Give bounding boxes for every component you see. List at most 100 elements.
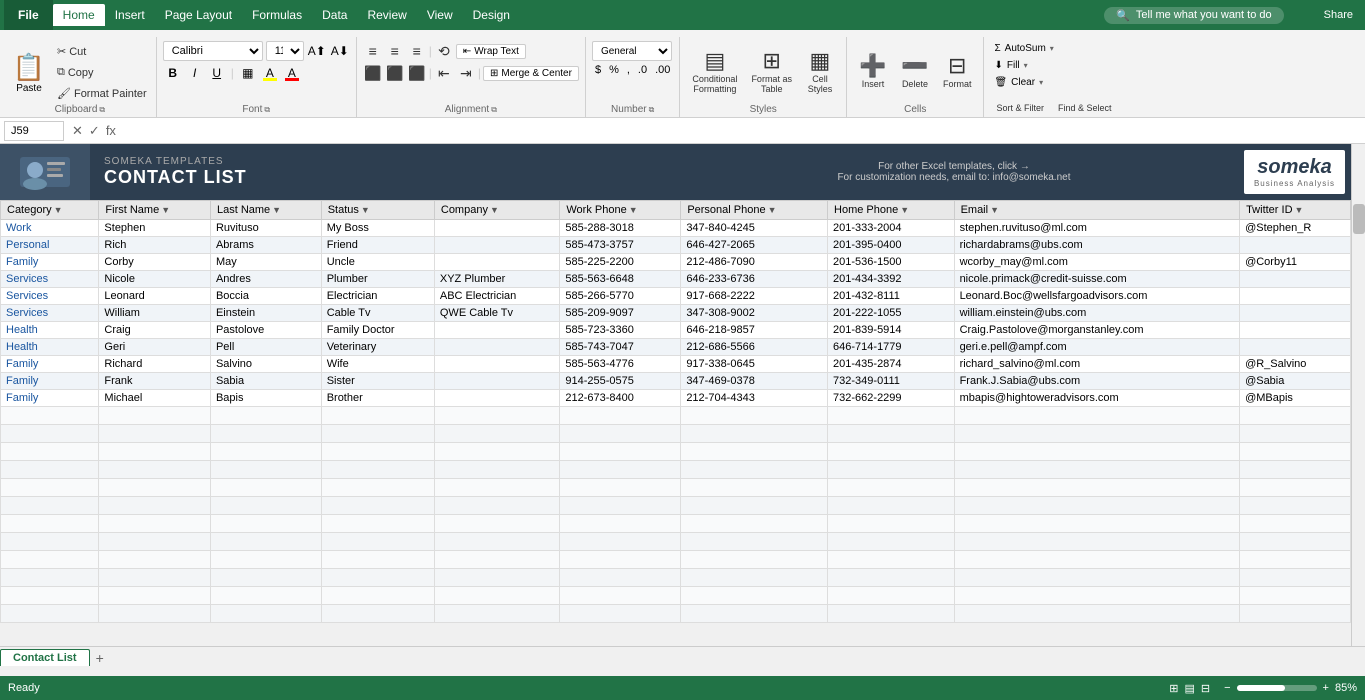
increase-indent[interactable]: ⇥ — [456, 63, 476, 83]
table-row[interactable]: Personal Rich Abrams Friend 585-473-3757… — [1, 237, 1351, 254]
align-top-left[interactable]: ≡ — [363, 41, 383, 61]
table-row-empty[interactable] — [1, 533, 1351, 551]
zoom-slider[interactable] — [1237, 685, 1317, 691]
menu-page-layout[interactable]: Page Layout — [155, 4, 242, 26]
filter-email[interactable]: ▼ — [990, 205, 999, 215]
currency-btn[interactable]: $ — [592, 63, 604, 77]
menu-data[interactable]: Data — [312, 4, 357, 26]
view-layout-btn[interactable]: ▤ — [1184, 682, 1194, 695]
table-row-empty[interactable] — [1, 587, 1351, 605]
filter-company[interactable]: ▼ — [490, 205, 499, 215]
alignment-expand[interactable]: ⧉ — [491, 105, 497, 115]
delete-btn[interactable]: ➖ Delete — [895, 45, 935, 97]
table-row-empty[interactable] — [1, 515, 1351, 533]
font-family-select[interactable]: Calibri — [163, 41, 263, 61]
filter-twitter[interactable]: ▼ — [1295, 205, 1304, 215]
align-top-center[interactable]: ≡ — [385, 41, 405, 61]
table-row-empty[interactable] — [1, 425, 1351, 443]
format-as-table-btn[interactable]: ⊞ Format asTable — [745, 45, 798, 97]
wrap-text-button[interactable]: ⇤ Wrap Text — [456, 44, 526, 59]
search-bar[interactable]: 🔍 Tell me what you want to do — [1104, 7, 1283, 24]
decrease-decimal[interactable]: .0 — [635, 63, 650, 77]
fill-color-button[interactable]: A — [260, 63, 280, 83]
fill-button[interactable]: ⬇ Fill ▾ — [990, 58, 1057, 73]
clear-button[interactable]: 🗑 Clear ▾ — [990, 75, 1057, 90]
table-row-empty[interactable] — [1, 551, 1351, 569]
function-btn[interactable]: fx — [106, 123, 116, 138]
autosum-button[interactable]: Σ AutoSum ▾ — [990, 41, 1057, 56]
conditional-formatting-btn[interactable]: ▤ ConditionalFormatting — [686, 45, 743, 97]
merge-center-button[interactable]: ⊞ Merge & Center — [483, 66, 579, 81]
number-format-select[interactable]: General — [592, 41, 672, 61]
table-row-empty[interactable] — [1, 479, 1351, 497]
table-row-empty[interactable] — [1, 461, 1351, 479]
font-size-select[interactable]: 11 — [266, 41, 304, 61]
percent-btn[interactable]: % — [606, 63, 622, 77]
table-row[interactable]: Services Leonard Boccia Electrician ABC … — [1, 288, 1351, 305]
table-row-empty[interactable] — [1, 569, 1351, 587]
formula-input[interactable] — [124, 124, 1361, 138]
sheet-content[interactable]: SOMEKA TEMPLATES CONTACT LIST For other … — [0, 144, 1351, 646]
align-left[interactable]: ⬛ — [363, 63, 383, 83]
menu-file[interactable]: File — [4, 0, 53, 30]
table-row-empty[interactable] — [1, 443, 1351, 461]
table-row-empty[interactable] — [1, 605, 1351, 623]
filter-status[interactable]: ▼ — [361, 205, 370, 215]
align-right[interactable]: ⬛ — [407, 63, 427, 83]
table-row[interactable]: Family Frank Sabia Sister 914-255-0575 3… — [1, 373, 1351, 390]
cancel-formula-btn[interactable]: ✕ — [72, 123, 83, 139]
filter-personalphone[interactable]: ▼ — [768, 205, 777, 215]
paste-button[interactable]: 📋 Paste — [8, 43, 50, 103]
align-center[interactable]: ⬛ — [385, 63, 405, 83]
menu-review[interactable]: Review — [357, 4, 416, 26]
decrease-indent[interactable]: ⇤ — [434, 63, 454, 83]
font-expand[interactable]: ⧉ — [264, 105, 270, 115]
share-button[interactable]: Share — [1324, 9, 1353, 21]
table-row[interactable]: Services Nicole Andres Plumber XYZ Plumb… — [1, 271, 1351, 288]
table-row[interactable]: Family Michael Bapis Brother 212-673-840… — [1, 390, 1351, 407]
italic-button[interactable]: I — [185, 63, 205, 83]
menu-design[interactable]: Design — [463, 4, 520, 26]
table-row[interactable]: Services William Einstein Cable Tv QWE C… — [1, 305, 1351, 322]
sort-filter-btn[interactable]: Sort & Filter — [990, 94, 1050, 122]
comma-btn[interactable]: , — [624, 63, 633, 77]
format-btn[interactable]: ⊟ Format — [937, 45, 978, 97]
increase-font-btn[interactable]: A⬆ — [307, 41, 327, 61]
filter-homephone[interactable]: ▼ — [900, 205, 909, 215]
menu-insert[interactable]: Insert — [105, 4, 155, 26]
filter-lastname[interactable]: ▼ — [272, 205, 281, 215]
align-top-right[interactable]: ≡ — [407, 41, 427, 61]
filter-category[interactable]: ▼ — [54, 205, 63, 215]
cell-styles-btn[interactable]: ▦ CellStyles — [800, 45, 840, 97]
table-row[interactable]: Family Corby May Uncle 585-225-2200 212-… — [1, 254, 1351, 271]
zoom-in-btn[interactable]: + — [1323, 682, 1329, 694]
cell-reference[interactable]: J59 — [4, 121, 64, 141]
table-row[interactable]: Work Stephen Ruvituso My Boss 585-288-30… — [1, 220, 1351, 237]
confirm-formula-btn[interactable]: ✓ — [89, 123, 100, 139]
format-painter-button[interactable]: 🖌 Format Painter — [52, 84, 152, 104]
increase-decimal[interactable]: .00 — [652, 63, 673, 77]
menu-home[interactable]: Home — [53, 4, 105, 26]
view-normal-btn[interactable]: ⊞ — [1169, 682, 1178, 695]
menu-formulas[interactable]: Formulas — [242, 4, 312, 26]
copy-button[interactable]: ⧉ Copy — [52, 63, 152, 83]
filter-firstname[interactable]: ▼ — [161, 205, 170, 215]
vertical-scrollbar[interactable] — [1351, 144, 1365, 646]
table-row-empty[interactable] — [1, 497, 1351, 515]
clipboard-expand[interactable]: ⧉ — [99, 105, 105, 115]
zoom-out-btn[interactable]: − — [1224, 682, 1230, 694]
view-page-break-btn[interactable]: ⊟ — [1201, 682, 1210, 695]
filter-workphone[interactable]: ▼ — [629, 205, 638, 215]
sheet-tab-contact-list[interactable]: Contact List — [0, 649, 90, 666]
table-row[interactable]: Health Geri Pell Veterinary 585-743-7047… — [1, 339, 1351, 356]
menu-view[interactable]: View — [417, 4, 463, 26]
border-button[interactable]: ▦ — [238, 63, 258, 83]
font-color-button[interactable]: A — [282, 63, 302, 83]
table-row-empty[interactable] — [1, 407, 1351, 425]
number-expand[interactable]: ⧉ — [649, 105, 655, 115]
add-sheet-btn[interactable]: + — [96, 650, 104, 666]
table-row[interactable]: Health Craig Pastolove Family Doctor 585… — [1, 322, 1351, 339]
bold-button[interactable]: B — [163, 63, 183, 83]
find-select-btn[interactable]: Find & Select — [1052, 94, 1118, 122]
underline-button[interactable]: U — [207, 63, 227, 83]
